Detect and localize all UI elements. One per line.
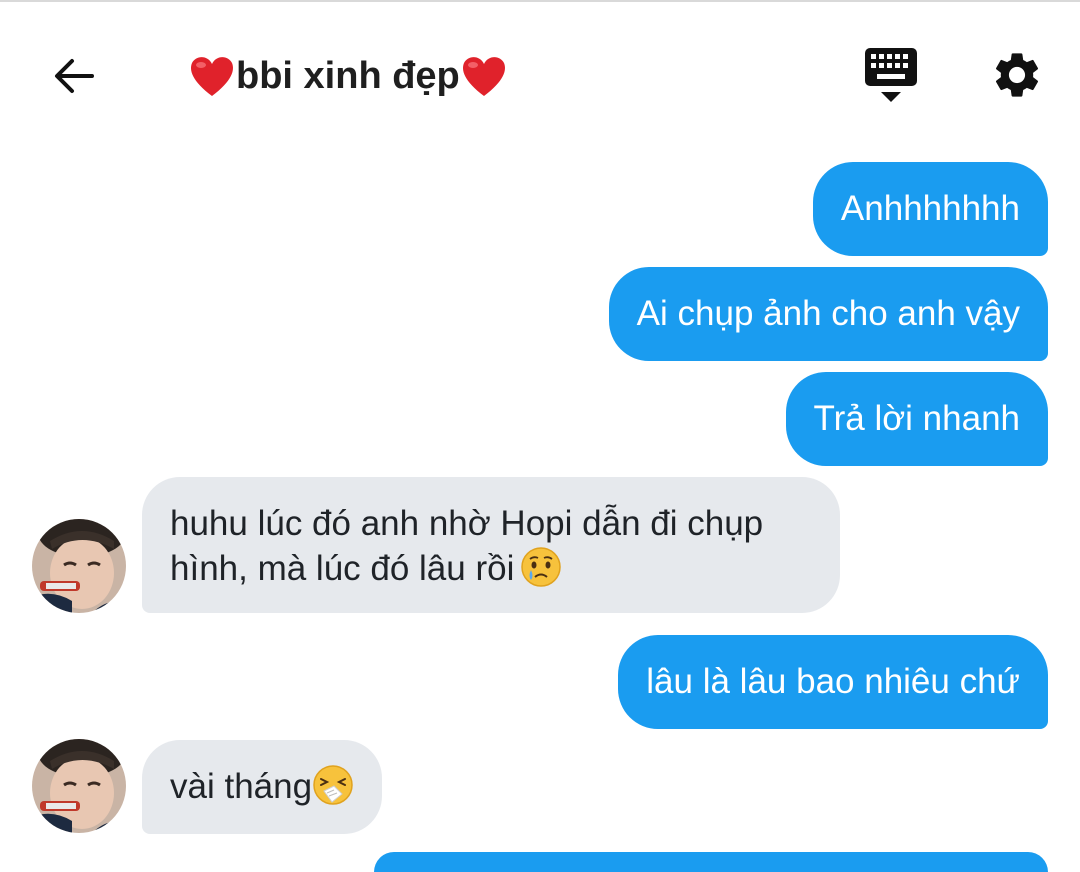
message-bubble-incoming[interactable]: huhu lúc đó anh nhờ Hopi dẫn đi chụp hìn…: [142, 477, 840, 613]
message-bubble-outgoing-partial[interactable]: [374, 852, 1048, 872]
message-text: hình, mà lúc đó lâu rồi: [170, 549, 515, 588]
message-text: lâu là lâu bao nhiêu chứ: [646, 662, 1020, 701]
message-text-line: hình, mà lúc đó lâu rồi: [170, 546, 812, 591]
red-heart-icon: [462, 57, 505, 96]
avatar[interactable]: [32, 519, 126, 613]
message-text: vài tháng: [170, 767, 313, 806]
message-text: Ai chụp ảnh cho anh vậy: [636, 294, 1020, 333]
gear-icon: [995, 53, 1039, 97]
keyboard-button[interactable]: [862, 46, 920, 104]
back-button[interactable]: [46, 48, 102, 104]
message-bubble-outgoing[interactable]: Trả lời nhanh: [785, 372, 1048, 466]
message-bubble-outgoing[interactable]: Anhhhhhhh: [812, 162, 1048, 256]
keyboard-icon: [865, 48, 917, 102]
message-bubble-outgoing[interactable]: Ai chụp ảnh cho anh vậy: [608, 267, 1048, 361]
chat-title: bbi xinh đẹp: [188, 48, 508, 104]
avatar-photo: [32, 739, 126, 833]
chat-header: bbi xinh đẹp: [0, 0, 1080, 150]
message-text: Trả lời nhanh: [813, 399, 1020, 438]
red-heart-icon: [191, 57, 233, 96]
message-text: Anhhhhhhh: [840, 189, 1020, 228]
message-text: huhu lúc đó anh nhờ Hopi dẫn đi chụp: [170, 504, 764, 543]
avatar[interactable]: [32, 739, 126, 833]
avatar-photo: [32, 519, 126, 613]
message-bubble-incoming[interactable]: vài tháng: [142, 740, 383, 834]
settings-button[interactable]: [988, 46, 1046, 104]
message-bubble-outgoing[interactable]: lâu là lâu bao nhiêu chứ: [618, 635, 1048, 729]
arrow-left-icon: [55, 59, 94, 93]
sneezing-face-icon: [313, 765, 353, 805]
chat-title-text: bbi xinh đẹp: [236, 54, 460, 97]
crying-face-icon: [521, 547, 562, 587]
